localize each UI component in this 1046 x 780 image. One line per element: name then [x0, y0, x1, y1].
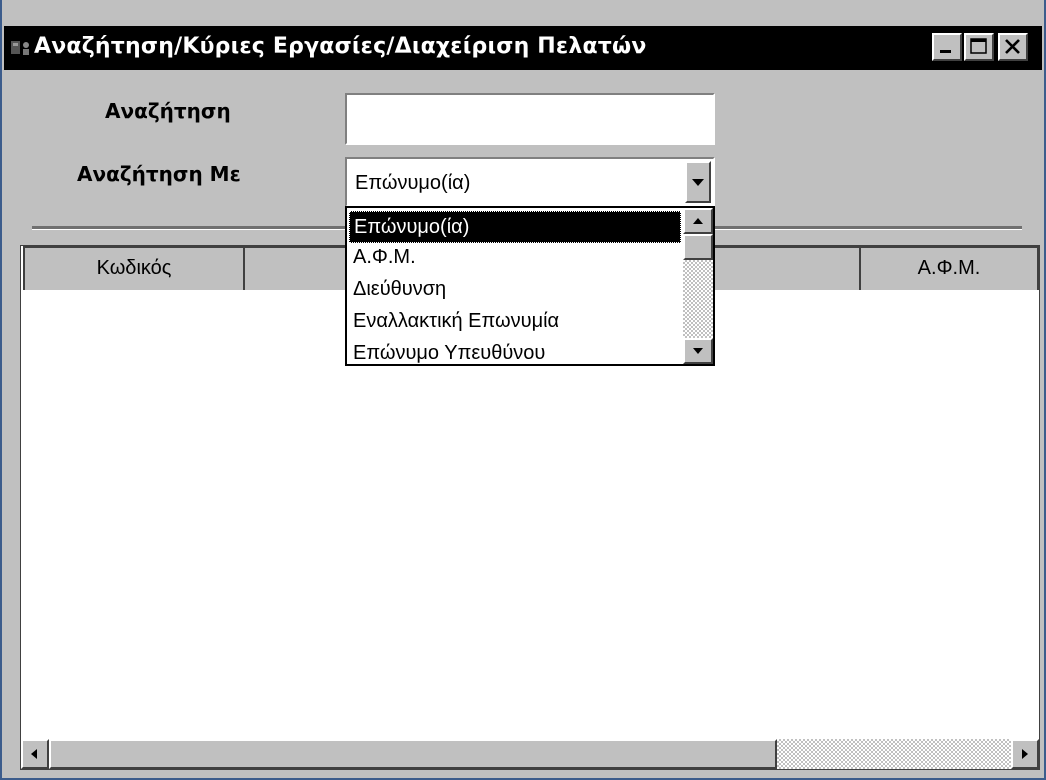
column-header-code[interactable]: Κωδικός [23, 246, 245, 290]
app-icon [10, 38, 32, 58]
search-by-dropdown-list[interactable]: Επώνυμο(ία) Α.Φ.Μ. Διεύθυνση Εναλλακτική… [345, 206, 715, 366]
customer-search-window: Αναζήτηση/Κύριες Εργασίες/Διαχείριση Πελ… [0, 0, 1046, 780]
dropdown-option-alt-name[interactable]: Εναλλακτική Επωνυμία [349, 306, 681, 338]
dropdown-scroll-down-button[interactable] [683, 338, 713, 364]
column-header-afm[interactable]: Α.Φ.Μ. [859, 246, 1039, 290]
close-button[interactable] [998, 33, 1028, 61]
dropdown-option-responsible-surname[interactable]: Επώνυμο Υπευθύνου [349, 338, 681, 364]
title-bar[interactable]: Αναζήτηση/Κύριες Εργασίες/Διαχείριση Πελ… [4, 26, 1042, 70]
scroll-left-button[interactable] [21, 739, 49, 769]
search-label: Αναζήτηση [105, 99, 231, 123]
search-by-combobox[interactable]: Επώνυμο(ία) [345, 157, 715, 207]
minimize-icon [940, 50, 951, 53]
arrow-right-icon [1022, 749, 1028, 759]
search-by-label: Αναζήτηση Με [77, 162, 241, 186]
combobox-dropdown-button[interactable] [685, 161, 711, 203]
arrow-up-icon [693, 218, 703, 224]
dropdown-scroll-thumb[interactable] [683, 234, 713, 260]
dropdown-option-surname[interactable]: Επώνυμο(ία) [349, 211, 681, 243]
chevron-down-icon [692, 179, 704, 186]
close-icon [1005, 39, 1020, 54]
window-title: Αναζήτηση/Κύριες Εργασίες/Διαχείριση Πελ… [34, 34, 647, 59]
dropdown-scroll-up-button[interactable] [683, 208, 713, 234]
maximize-icon [970, 38, 987, 54]
dropdown-vertical-scrollbar[interactable] [683, 208, 713, 364]
arrow-down-icon [693, 348, 703, 354]
search-by-selected-value: Επώνυμο(ία) [355, 172, 471, 194]
maximize-button[interactable] [964, 33, 994, 61]
arrow-left-icon [31, 749, 37, 759]
scroll-right-button[interactable] [1011, 739, 1039, 769]
dropdown-option-address[interactable]: Διεύθυνση [349, 274, 681, 306]
dropdown-option-afm[interactable]: Α.Φ.Μ. [349, 242, 681, 274]
horizontal-scrollbar[interactable] [21, 739, 1039, 769]
minimize-button[interactable] [932, 33, 962, 61]
search-input[interactable] [345, 93, 715, 145]
horizontal-scroll-thumb[interactable] [49, 739, 777, 769]
